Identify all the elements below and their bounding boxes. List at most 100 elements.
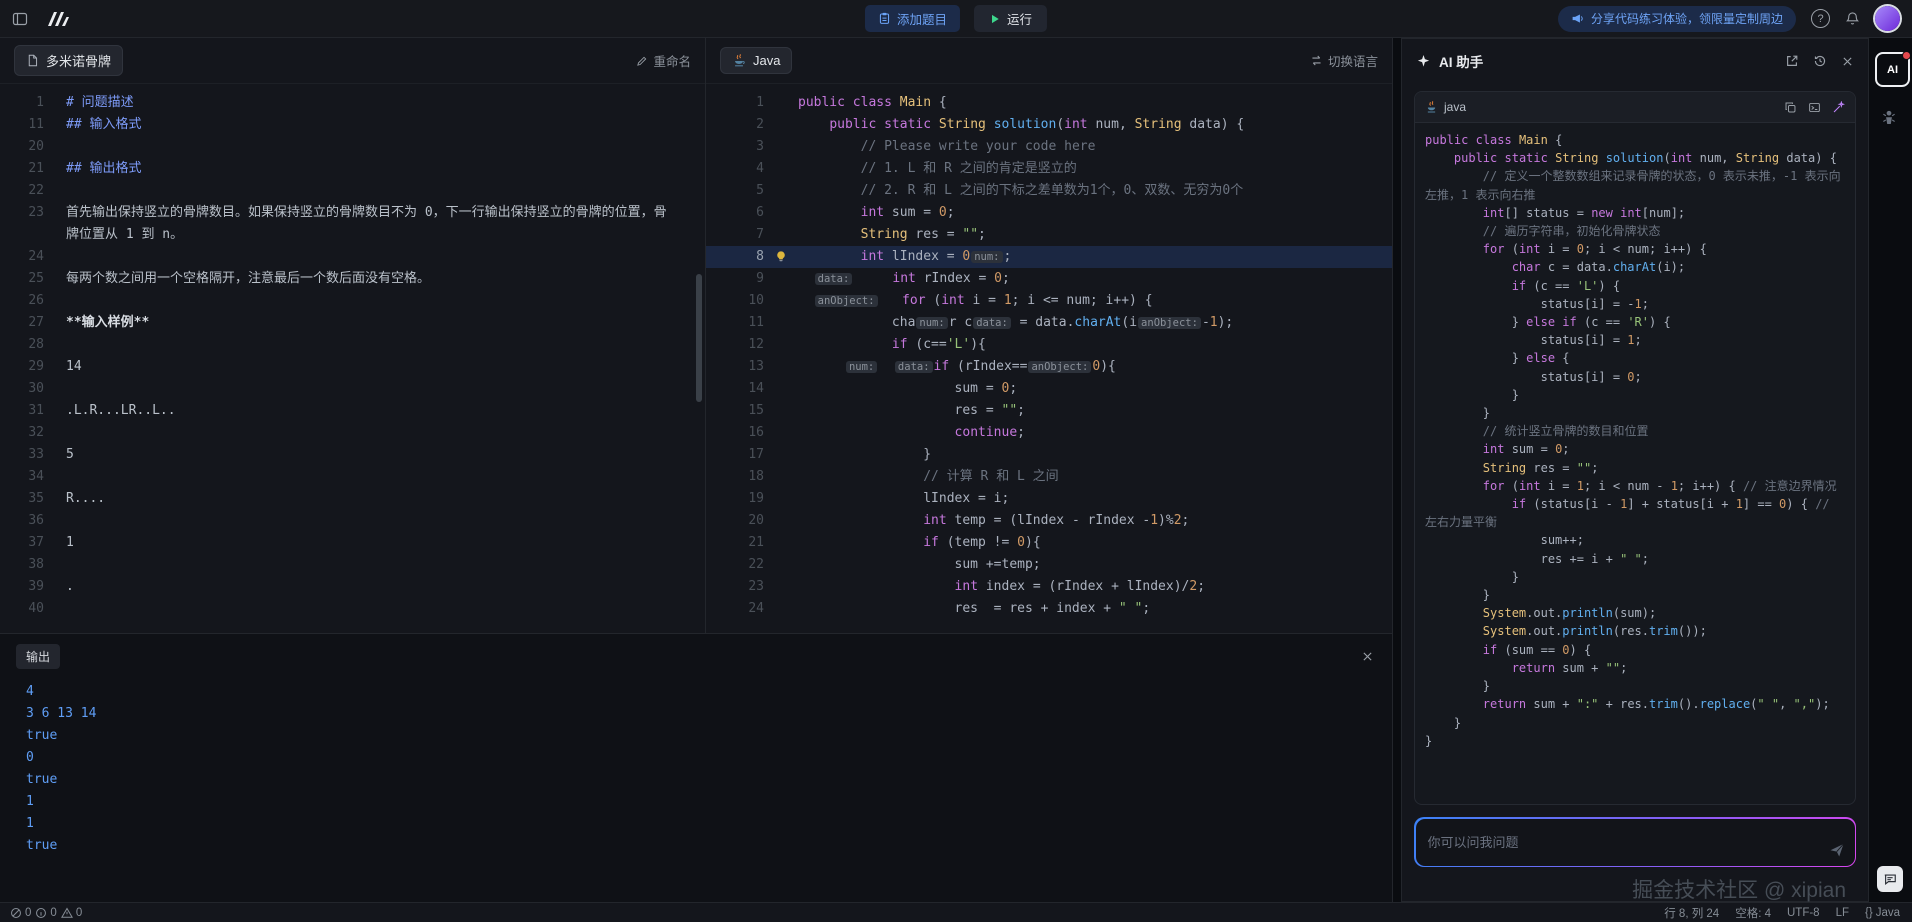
rename-button[interactable]: 重命名	[636, 51, 691, 70]
code-line[interactable]: 22 sum +=temp;	[706, 554, 1392, 576]
code-text: if (temp != 0){	[798, 532, 1041, 554]
code-line[interactable]: 23 int index = (rIndex + lIndex)/2;	[706, 576, 1392, 598]
avatar[interactable]	[1875, 6, 1900, 31]
code-line[interactable]: 17 }	[706, 444, 1392, 466]
problem-line[interactable]: 32	[0, 422, 705, 444]
problem-text	[66, 136, 705, 158]
export-icon[interactable]	[1785, 54, 1799, 68]
gutter-gap	[44, 268, 66, 290]
problem-line[interactable]: 40	[0, 598, 705, 620]
code-line[interactable]: 1public class Main {	[706, 92, 1392, 114]
promo-banner[interactable]: 分享代码练习体验，领限量定制周边	[1558, 6, 1796, 32]
problem-line[interactable]: 2914	[0, 356, 705, 378]
code-line[interactable]: 2 public static String solution(int num,…	[706, 114, 1392, 136]
problem-line[interactable]: 27**输入样例**	[0, 312, 705, 334]
feedback-button[interactable]	[1877, 866, 1903, 892]
ai-code-line: // 统计竖立骨牌的数目和位置	[1425, 422, 1845, 440]
close-ai-icon[interactable]	[1841, 55, 1854, 68]
warning-indicator[interactable]: 0	[61, 907, 82, 919]
cursor-position[interactable]: 行 8, 列 24	[1664, 905, 1719, 921]
info-indicator[interactable]: 0	[35, 907, 56, 919]
history-icon[interactable]	[1813, 54, 1827, 68]
problem-line[interactable]: 371	[0, 532, 705, 554]
code-line[interactable]: 9 data: int rIndex = 0;	[706, 268, 1392, 290]
problem-line[interactable]: 25每两个数之间用一个空格隔开，注意最后一个数后面没有空格。	[0, 268, 705, 290]
code-line[interactable]: 20 int temp = (lIndex - rIndex -1)%2;	[706, 510, 1392, 532]
line-number: 39	[0, 576, 44, 598]
output-line: true	[26, 835, 1392, 857]
language-mode[interactable]: {} Java	[1865, 907, 1900, 919]
line-number: 40	[0, 598, 44, 620]
bell-icon[interactable]	[1845, 11, 1860, 26]
problem-line[interactable]: 335	[0, 444, 705, 466]
magic-wand-icon[interactable]	[1832, 101, 1845, 114]
output-tab[interactable]: 输出	[16, 644, 60, 669]
run-button[interactable]: 运行	[974, 5, 1047, 32]
ai-question-input[interactable]	[1416, 819, 1855, 866]
code-line[interactable]: 24 res = res + index + " ";	[706, 598, 1392, 620]
ai-code-line: status[i] = -1;	[1425, 295, 1845, 313]
problem-text	[66, 598, 705, 620]
code-line[interactable]: 16 continue;	[706, 422, 1392, 444]
encoding[interactable]: UTF-8	[1787, 907, 1820, 919]
code-line[interactable]: 11 chanum:r cdata: = data.charAt(ianObje…	[706, 312, 1392, 334]
code-line[interactable]: 4 // 1. L 和 R 之间的肯定是竖立的	[706, 158, 1392, 180]
problem-line[interactable]: 11## 输入格式	[0, 114, 705, 136]
close-output-icon[interactable]	[1361, 650, 1374, 663]
language-tab-java[interactable]: Java	[720, 47, 792, 74]
problem-line[interactable]: 21## 输出格式	[0, 158, 705, 180]
problem-editor[interactable]: 1# 问题描述11## 输入格式2021## 输出格式2223首先输出保持竖立的…	[0, 84, 705, 633]
problem-line[interactable]: 31.L.R...LR..L..	[0, 400, 705, 422]
copy-icon[interactable]	[1784, 101, 1797, 114]
help-icon[interactable]: ?	[1811, 9, 1830, 28]
active-code-line[interactable]: 8 int lIndex = 0num:;	[706, 246, 1392, 268]
problem-line[interactable]: 26	[0, 290, 705, 312]
problem-line[interactable]: 20	[0, 136, 705, 158]
code-line[interactable]: 15 res = "";	[706, 400, 1392, 422]
line-number: 26	[0, 290, 44, 312]
ai-toggle-button[interactable]: AI	[1875, 52, 1910, 87]
problem-line[interactable]: 30	[0, 378, 705, 400]
code-line[interactable]: 18 // 计算 R 和 L 之间	[706, 466, 1392, 488]
code-line[interactable]: 5 // 2. R 和 L 之间的下标之差单数为1个，0、双数、无穷为0个	[706, 180, 1392, 202]
code-line[interactable]: 7 String res = "";	[706, 224, 1392, 246]
code-line[interactable]: 19 lIndex = i;	[706, 488, 1392, 510]
indent-setting[interactable]: 空格: 4	[1735, 905, 1771, 921]
problem-line[interactable]: 23首先输出保持竖立的骨牌数目。如果保持竖立的骨牌数目不为 0，下一行输出保持竖…	[0, 202, 705, 246]
problem-text: ## 输入格式	[66, 114, 705, 136]
send-icon[interactable]	[1829, 842, 1845, 858]
error-indicator[interactable]: 0	[10, 907, 31, 919]
problem-line[interactable]: 1# 问题描述	[0, 92, 705, 114]
line-number: 21	[706, 532, 764, 554]
problem-title-tab[interactable]: 多米诺骨牌	[14, 45, 123, 76]
problem-scrollbar[interactable]	[696, 274, 702, 402]
plugin-icon[interactable]	[1880, 108, 1898, 126]
problem-line[interactable]: 34	[0, 466, 705, 488]
code-line[interactable]: 10 anObject: for (int i = 1; i <= num; i…	[706, 290, 1392, 312]
ai-code-line: if (status[i - 1] + status[i + 1] == 0) …	[1425, 495, 1845, 531]
code-line[interactable]: 12 if (c=='L'){	[706, 334, 1392, 356]
problem-line[interactable]: 28	[0, 334, 705, 356]
code-line[interactable]: 13 num: data:if (rIndex==anObject:0){	[706, 356, 1392, 378]
insert-terminal-icon[interactable]	[1808, 101, 1821, 114]
problem-line[interactable]: 36	[0, 510, 705, 532]
ai-code-line: String res = "";	[1425, 459, 1845, 477]
problem-line[interactable]: 35R....	[0, 488, 705, 510]
lightbulb-icon[interactable]	[764, 246, 798, 268]
code-line[interactable]: 21 if (temp != 0){	[706, 532, 1392, 554]
add-problem-button[interactable]: 添加题目	[865, 5, 960, 32]
sidebar-toggle-icon[interactable]	[12, 11, 28, 27]
problem-line[interactable]: 38	[0, 554, 705, 576]
problem-line[interactable]: 24	[0, 246, 705, 268]
code-line[interactable]: 3 // Please write your code here	[706, 136, 1392, 158]
eol-setting[interactable]: LF	[1836, 907, 1849, 919]
switch-language-button[interactable]: 切换语言	[1310, 51, 1378, 70]
line-number: 30	[0, 378, 44, 400]
ai-sparkle-icon	[1416, 54, 1431, 69]
code-line[interactable]: 6 int sum = 0;	[706, 202, 1392, 224]
problem-line[interactable]: 22	[0, 180, 705, 202]
gutter-gap	[764, 290, 798, 312]
problem-line[interactable]: 39.	[0, 576, 705, 598]
code-editor[interactable]: 1public class Main {2 public static Stri…	[706, 84, 1392, 633]
code-line[interactable]: 14 sum = 0;	[706, 378, 1392, 400]
